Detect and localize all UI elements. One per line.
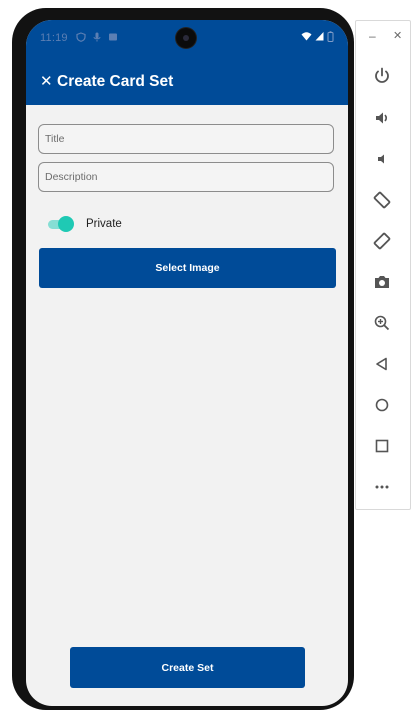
select-image-button[interactable]: Select Image [39, 248, 336, 288]
toolbar-header: – ✕ [356, 21, 410, 49]
description-input[interactable] [39, 163, 333, 191]
toggle-thumb [58, 216, 74, 232]
page-title: Create Card Set [57, 73, 174, 90]
rotate-left-icon[interactable] [370, 188, 394, 212]
app-screen: 11:19 ✕ Create Card Set Title Descriptio… [26, 20, 348, 706]
card-icon [108, 32, 118, 45]
power-icon[interactable] [370, 64, 394, 88]
app-bar: 11:19 ✕ Create Card Set [26, 20, 348, 105]
close-window-button[interactable]: ✕ [393, 29, 402, 42]
minimize-button[interactable]: – [369, 29, 376, 43]
description-field[interactable] [38, 162, 334, 192]
create-set-button[interactable]: Create Set [70, 647, 305, 688]
title-input[interactable] [39, 125, 333, 153]
emulator-window: 11:19 ✕ Create Card Set Title Descriptio… [0, 0, 417, 715]
home-icon[interactable] [370, 393, 394, 417]
private-toggle[interactable] [48, 216, 74, 232]
status-icons-right [301, 31, 334, 45]
volume-down-icon[interactable] [370, 147, 394, 171]
close-button[interactable]: ✕ [40, 73, 54, 90]
mic-icon [93, 32, 101, 45]
front-camera [176, 28, 196, 48]
more-icon[interactable] [370, 475, 394, 499]
status-icons-left [76, 32, 118, 45]
close-icon: ✕ [40, 73, 53, 90]
shield-icon [76, 32, 86, 45]
signal-icon [315, 31, 324, 45]
wifi-icon [301, 31, 312, 45]
camera-icon[interactable] [370, 270, 394, 294]
rotate-right-icon[interactable] [370, 229, 394, 253]
private-toggle-row: Private [48, 214, 122, 234]
zoom-in-icon[interactable] [370, 311, 394, 335]
status-bar: 11:19 [26, 20, 348, 58]
private-label: Private [86, 218, 122, 230]
overview-icon[interactable] [370, 434, 394, 458]
volume-up-icon[interactable] [370, 106, 394, 130]
emulator-toolbar: – ✕ [355, 20, 411, 510]
back-icon[interactable] [370, 352, 394, 376]
title-field[interactable] [38, 124, 334, 154]
status-time: 11:19 [40, 32, 68, 44]
battery-icon [327, 31, 334, 45]
